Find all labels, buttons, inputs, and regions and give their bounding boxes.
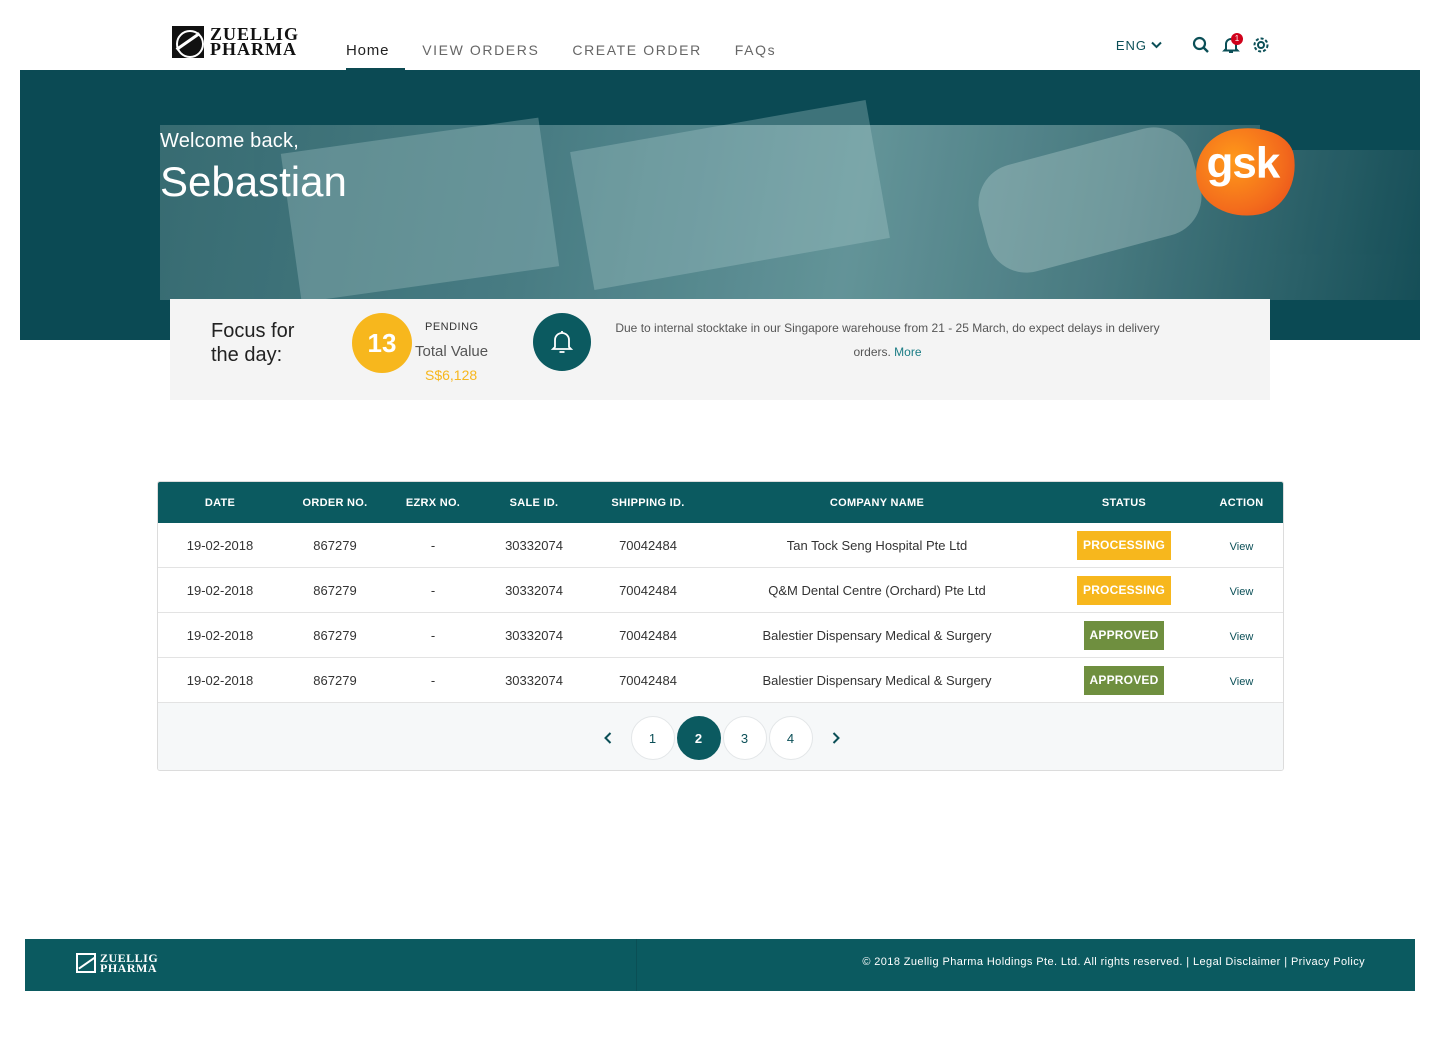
logo-line-2: PHARMA: [210, 39, 297, 59]
announcement-text: Due to internal stocktake in our Singapo…: [615, 321, 1160, 359]
total-value-label: Total Value: [415, 343, 489, 360]
settings-button[interactable]: [1252, 36, 1270, 54]
view-order-link[interactable]: View: [1230, 631, 1254, 643]
pending-count[interactable]: 13: [352, 313, 412, 373]
privacy-policy-link[interactable]: Privacy Policy: [1291, 956, 1365, 968]
main-nav: Home VIEW ORDERS CREATE ORDER FAQs: [346, 42, 809, 71]
nav-faqs[interactable]: FAQs: [735, 42, 776, 70]
previous-page-button[interactable]: [586, 716, 630, 760]
header-ezrx-no: EZRX NO.: [405, 496, 461, 509]
language-selector[interactable]: ENG: [1116, 38, 1162, 53]
header-sale-id: SALE ID.: [509, 496, 559, 509]
status-badge: APPROVED: [1083, 665, 1165, 695]
footer-legal: © 2018 Zuellig Pharma Holdings Pte. Ltd.…: [862, 956, 1365, 968]
status-badge: PROCESSING: [1076, 530, 1171, 560]
header-date: DATE: [204, 496, 236, 509]
view-order-link[interactable]: View: [1230, 586, 1254, 598]
pagination: 1 2 3 4: [158, 703, 1283, 770]
nav-home[interactable]: Home: [346, 42, 406, 71]
zuellig-logo-mark-icon: [76, 953, 96, 973]
nav-create-order[interactable]: CREATE ORDER: [572, 42, 701, 70]
zuellig-pharma-logo[interactable]: ZUELLIG PHARMA: [172, 25, 299, 59]
total-value-amount: S$6,128: [425, 367, 478, 383]
announcement-bell: [533, 313, 591, 371]
chevron-down-icon: [1151, 41, 1162, 49]
bell-outline-icon: [550, 331, 574, 353]
focus-title: Focus for the day:: [211, 320, 295, 366]
table-row: 19-02-2018 867279 - 30332074 70042484 Ba…: [158, 613, 1283, 658]
table-header: DATE ORDER NO. EZRX NO. SALE ID. SHIPPIN…: [158, 482, 1283, 523]
zuellig-logo-mark-icon: [172, 26, 204, 58]
table-row: 19-02-2018 867279 - 30332074 70042484 Ba…: [158, 658, 1283, 703]
focus-for-the-day-card: Focus for the day: 13 PENDING Total Valu…: [170, 299, 1270, 400]
view-order-link[interactable]: View: [1230, 541, 1254, 553]
footer: ZUELLIG PHARMA © 2018 Zuellig Pharma Hol…: [25, 939, 1415, 991]
copyright-text: © 2018 Zuellig Pharma Holdings Pte. Ltd.…: [862, 956, 1183, 968]
table-row: 19-02-2018 867279 - 30332074 70042484 Ta…: [158, 523, 1283, 568]
orders-table: DATE ORDER NO. EZRX NO. SALE ID. SHIPPIN…: [157, 481, 1284, 771]
status-badge: PROCESSING: [1076, 575, 1171, 605]
pending-label: PENDING: [425, 321, 479, 333]
page-button-2[interactable]: 2: [676, 715, 721, 760]
page-button-1[interactable]: 1: [630, 715, 675, 760]
header-tools: ENG 1: [1116, 33, 1270, 54]
page-button-4[interactable]: 4: [768, 715, 813, 760]
gear-icon: [1253, 37, 1269, 53]
header-order-no: ORDER NO.: [302, 496, 368, 509]
legal-disclaimer-link[interactable]: Legal Disclaimer: [1193, 956, 1281, 968]
announcement-more-link[interactable]: More: [894, 345, 921, 359]
header-shipping-id: SHIPPING ID.: [611, 496, 685, 509]
nav-view-orders[interactable]: VIEW ORDERS: [422, 42, 539, 70]
search-button[interactable]: [1192, 36, 1210, 54]
view-order-link[interactable]: View: [1230, 676, 1254, 688]
search-icon: [1192, 36, 1209, 53]
welcome-text: Welcome back,: [160, 130, 299, 152]
header-status: STATUS: [1101, 496, 1147, 509]
chevron-left-icon: [603, 731, 611, 744]
header-company-name: COMPANY NAME: [829, 496, 925, 509]
top-navigation-bar: ZUELLIG PHARMA Home VIEW ORDERS CREATE O…: [0, 0, 1440, 71]
chevron-right-icon: [832, 731, 840, 744]
header-action: ACTION: [1219, 496, 1264, 509]
status-badge: APPROVED: [1083, 620, 1165, 650]
notifications-button[interactable]: 1: [1222, 33, 1243, 54]
page-button-3[interactable]: 3: [722, 715, 767, 760]
table-row: 19-02-2018 867279 - 30332074 70042484 Q&…: [158, 568, 1283, 613]
language-label: ENG: [1115, 37, 1147, 53]
notification-count-badge: 1: [1231, 33, 1243, 45]
footer-logo[interactable]: ZUELLIG PHARMA: [76, 952, 158, 974]
next-page-button[interactable]: [814, 716, 858, 760]
user-name: Sebastian: [160, 158, 347, 205]
